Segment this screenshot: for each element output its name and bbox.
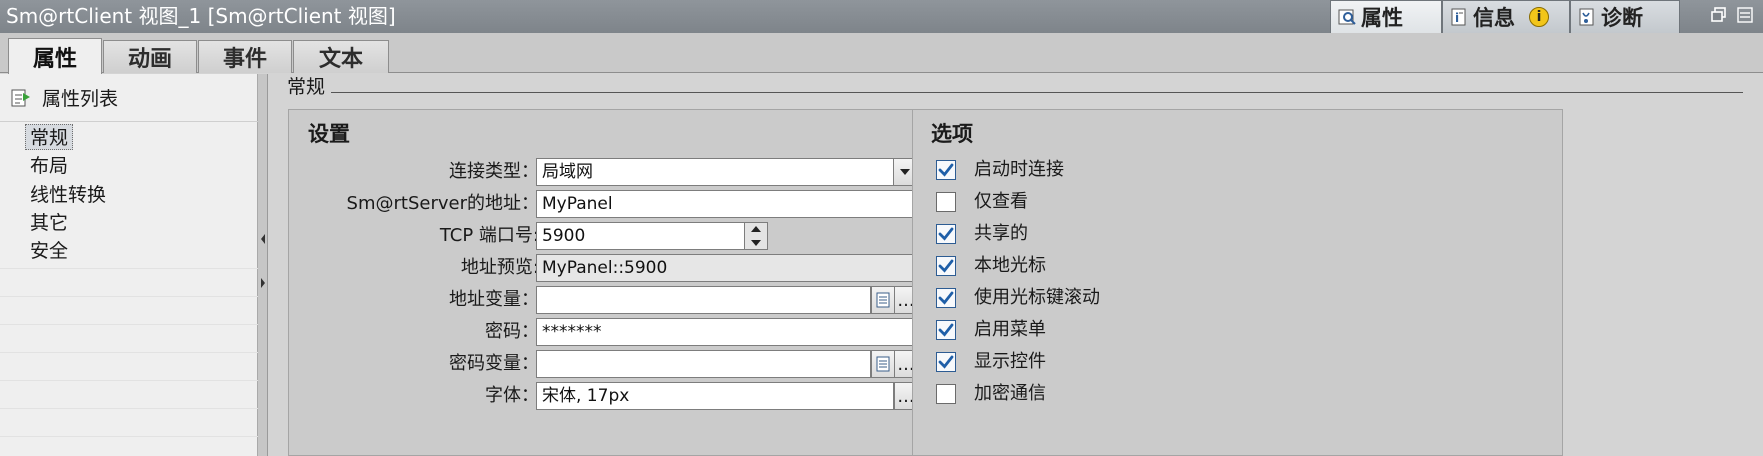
divider: [0, 268, 258, 269]
show-controls-label: 显示控件: [974, 351, 1046, 372]
checkmark-icon: [938, 259, 954, 273]
font-field[interactable]: 宋体, 17px: [536, 382, 894, 410]
divider: [0, 296, 258, 297]
checkmark-icon: [938, 291, 954, 305]
connection-type-label: 连接类型：: [449, 161, 539, 182]
encrypted-communication-label: 加密通信: [974, 383, 1046, 404]
tcp-port-label: TCP 端口号:: [439, 225, 539, 246]
cursor-key-scroll-checkbox[interactable]: [936, 288, 956, 308]
encrypted-communication-checkbox[interactable]: [936, 384, 956, 404]
show-controls-checkbox[interactable]: [936, 352, 956, 372]
divider: [0, 380, 258, 381]
settings-title: 设置: [308, 122, 350, 146]
panel-menu-icon[interactable]: [1736, 6, 1754, 24]
address-variable-label: 地址变量：: [449, 289, 539, 310]
connect-on-start-label: 启动时连接: [974, 159, 1064, 180]
tab-info[interactable]: i 信息 i: [1442, 0, 1570, 33]
view-only-checkbox[interactable]: [936, 192, 956, 212]
restore-window-icon[interactable]: [1710, 6, 1728, 24]
shared-checkbox[interactable]: [936, 224, 956, 244]
local-cursor-label: 本地光标: [974, 255, 1046, 276]
server-address-input[interactable]: MyPanel: [536, 190, 917, 218]
divider: [0, 352, 258, 353]
password-variable-input[interactable]: [536, 350, 871, 378]
tcp-port-input[interactable]: 5900: [536, 222, 746, 250]
checkmark-icon: [938, 355, 954, 369]
info-icon: i: [1451, 8, 1466, 26]
tab-animation[interactable]: 动画: [103, 40, 197, 73]
enable-menu-label: 启用菜单: [974, 319, 1046, 340]
enable-menu-checkbox[interactable]: [936, 320, 956, 340]
tab-properties-inspector[interactable]: 属性: [1330, 0, 1442, 33]
window-title-bar: Sm@rtClient 视图_1 [Sm@rtClient 视图] 属性 i 信…: [0, 0, 1763, 33]
nav-item-security[interactable]: 安全: [26, 238, 72, 264]
connection-type-dropdown[interactable]: 局域网: [536, 158, 895, 186]
arrow-up-icon: [751, 226, 761, 232]
svg-text:i: i: [1455, 11, 1459, 25]
properties-icon: [1338, 9, 1356, 25]
property-list-panel: 属性列表 常规 布局 线性转换 其它 安全: [0, 74, 258, 456]
tab-events[interactable]: 事件: [198, 40, 292, 73]
nav-item-misc[interactable]: 其它: [26, 210, 72, 236]
chevron-down-icon: [900, 169, 910, 175]
password-input[interactable]: *******: [536, 318, 917, 346]
property-content: 常规 设置 连接类型： 局域网 Sm@rtServer的地址： MyPanel …: [269, 74, 1763, 456]
connect-on-start-checkbox[interactable]: [936, 160, 956, 180]
address-preview-label: 地址预览:: [460, 257, 539, 278]
divider: [0, 324, 258, 325]
tcp-port-stepper[interactable]: [744, 222, 768, 250]
font-label: 字体：: [485, 385, 539, 406]
property-list-icon: [11, 89, 30, 106]
tab-properties[interactable]: 属性: [8, 38, 102, 74]
divider: [0, 436, 258, 437]
password-label: 密码：: [485, 321, 539, 342]
options-title: 选项: [931, 122, 973, 146]
arrow-down-icon: [751, 240, 761, 246]
checkmark-icon: [938, 323, 954, 337]
server-address-label: Sm@rtServer的地址：: [346, 193, 539, 214]
tag-list-icon: [876, 292, 890, 308]
divider: [0, 408, 258, 409]
diagnostics-icon: [1579, 8, 1594, 26]
local-cursor-checkbox[interactable]: [936, 256, 956, 276]
property-list-title: 属性列表: [42, 88, 119, 110]
nav-item-layout[interactable]: 布局: [26, 153, 72, 179]
tab-diagnostics[interactable]: 诊断: [1570, 0, 1680, 33]
password-variable-label: 密码变量：: [449, 353, 539, 374]
collapse-left-icon[interactable]: [259, 230, 267, 248]
stepper-up-button[interactable]: [745, 223, 767, 236]
info-warning-icon: i: [1529, 7, 1549, 27]
window-title: Sm@rtClient 视图_1 [Sm@rtClient 视图]: [6, 4, 396, 28]
checkmark-icon: [938, 227, 954, 241]
main-tab-bar: 属性 动画 事件 文本: [0, 33, 1763, 74]
address-variable-list-button[interactable]: [871, 286, 895, 314]
view-only-label: 仅查看: [974, 191, 1028, 212]
checkmark-icon: [938, 163, 954, 177]
shared-label: 共享的: [974, 223, 1028, 244]
section-title: 常规: [287, 75, 332, 99]
address-variable-input[interactable]: [536, 286, 871, 314]
stepper-down-button[interactable]: [745, 236, 767, 249]
options-group: 选项 启动时连接 仅查看 共享的 本地光标 使用光标键滚动 启用菜单 显示控件 …: [912, 109, 1563, 456]
expand-right-icon[interactable]: [259, 274, 267, 292]
tag-list-icon: [876, 356, 890, 372]
nav-item-general[interactable]: 常规: [25, 124, 74, 150]
section-divider: [287, 92, 1743, 93]
panel-splitter[interactable]: [258, 74, 268, 456]
address-preview-field: MyPanel::5900: [536, 254, 917, 282]
nav-item-linear-transform[interactable]: 线性转换: [26, 182, 110, 208]
settings-group: 设置 连接类型： 局域网 Sm@rtServer的地址： MyPanel TCP…: [288, 109, 1011, 456]
tab-texts[interactable]: 文本: [293, 40, 389, 73]
password-variable-list-button[interactable]: [871, 350, 895, 378]
property-list-header: 属性列表: [0, 74, 258, 122]
cursor-key-scroll-label: 使用光标键滚动: [974, 287, 1100, 308]
